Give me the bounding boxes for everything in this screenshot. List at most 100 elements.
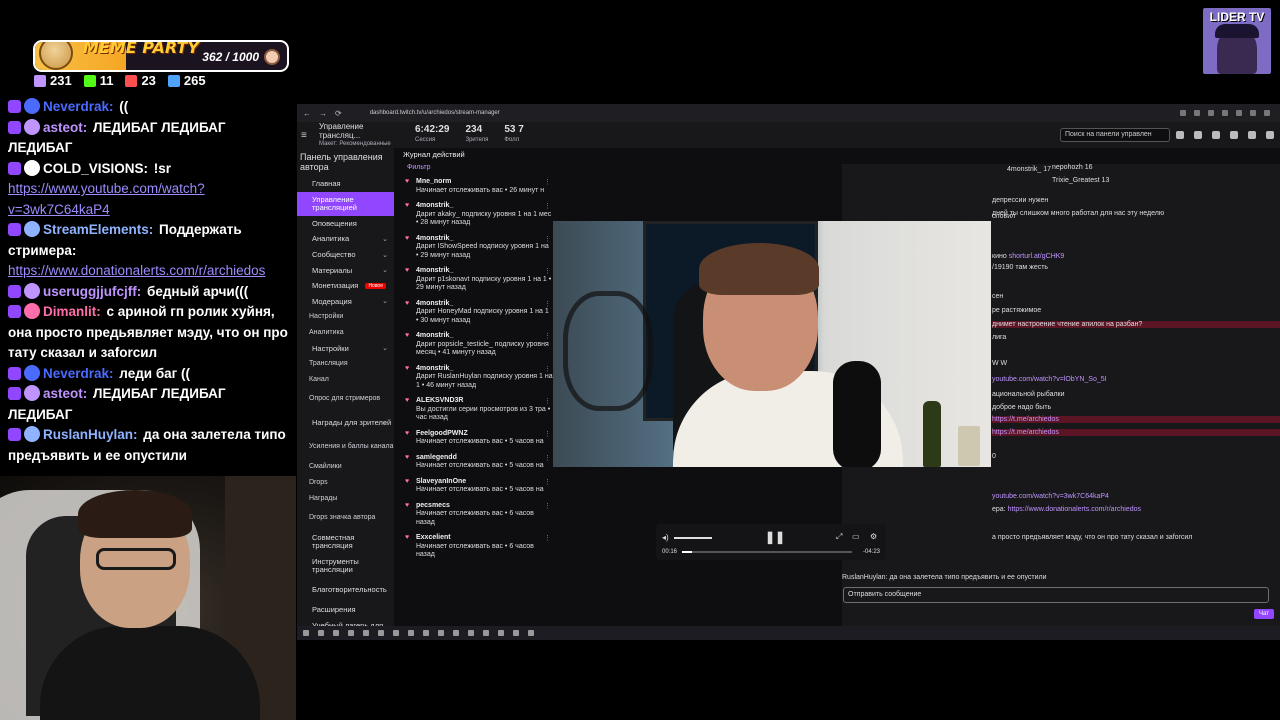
user-avatar-icon[interactable] <box>1266 131 1274 139</box>
feed-username[interactable]: FeelgoodPWNZ <box>416 430 553 439</box>
feed-username[interactable]: ALEKSVND3R <box>416 397 553 406</box>
stream-manager-title[interactable]: Управление трансляц... Макет: Рекомендов… <box>319 122 399 149</box>
sidebar-item[interactable]: Сообщество ⌄ <box>297 247 394 263</box>
chat-username[interactable]: useruggjjufcjff: <box>43 284 141 299</box>
app-icon[interactable] <box>498 630 504 636</box>
app-icon[interactable] <box>363 630 369 636</box>
chevron-down-icon[interactable]: ⌄ <box>382 297 388 305</box>
chevron-down-icon[interactable]: ⌄ <box>382 251 388 259</box>
sidebar-item[interactable]: Смайлики <box>297 459 394 475</box>
start-icon[interactable] <box>303 630 309 636</box>
chat-link[interactable]: youtube.com/watch?v=3wk7C64kaP4 <box>992 493 1109 500</box>
chat-link[interactable]: https://www.donationalerts.com/r/archied… <box>1008 506 1141 513</box>
more-options-icon[interactable]: ⋮ <box>544 398 551 407</box>
sidebar-item[interactable]: Награды для зрителей ⌄ <box>297 411 394 435</box>
notifications-icon[interactable] <box>1212 131 1220 139</box>
sidebar-item[interactable]: Настройки <box>297 309 394 325</box>
sidebar-item[interactable]: Модерация ⌄ <box>297 294 394 310</box>
feed-username[interactable]: pecsmecs <box>416 502 553 511</box>
volume-icon[interactable]: ◂) <box>662 533 669 542</box>
chevron-down-icon[interactable]: ⌄ <box>382 344 388 352</box>
sidebar-item[interactable]: Оповещения <box>297 216 394 232</box>
app-icon[interactable] <box>528 630 534 636</box>
video-player[interactable] <box>553 221 991 467</box>
chat-username[interactable]: COLD_VISIONS: <box>43 161 148 176</box>
more-options-icon[interactable]: ⋮ <box>544 236 551 245</box>
settings-gear-icon[interactable]: ⚙ <box>870 532 877 541</box>
more-options-icon[interactable]: ⋮ <box>544 366 551 375</box>
sidebar-item[interactable]: Награды <box>297 490 394 506</box>
more-options-icon[interactable]: ⋮ <box>544 203 551 212</box>
extension-icon[interactable] <box>1208 110 1214 116</box>
chat-username[interactable]: Neverdrak: <box>43 99 114 114</box>
feed-username[interactable]: Exxcelient <box>416 534 553 543</box>
more-options-icon[interactable]: ⋮ <box>544 179 551 188</box>
chat-link[interactable]: https://t.me/archiedos <box>992 416 1059 423</box>
more-options-icon[interactable]: ⋮ <box>544 333 551 342</box>
reload-icon[interactable]: ⟳ <box>335 109 342 118</box>
hamburger-icon[interactable]: ≡ <box>301 130 313 141</box>
help-icon[interactable] <box>1194 131 1202 139</box>
extension-icon[interactable] <box>1236 110 1242 116</box>
app-icon[interactable] <box>513 630 519 636</box>
seek-bar[interactable] <box>682 551 852 553</box>
feed-username[interactable]: 4monstrik_ <box>416 332 553 341</box>
feed-username[interactable]: 4monstrik_ <box>416 202 553 211</box>
app-icon[interactable] <box>423 630 429 636</box>
chat-username[interactable]: RuslanHuylan: <box>43 427 138 442</box>
feed-username[interactable]: 4monstrik_ <box>416 365 553 374</box>
chat-link[interactable]: https://www.donationalerts.com/r/archied… <box>8 263 265 278</box>
feed-username[interactable]: 4monstrik_ <box>416 267 553 276</box>
sidebar-item[interactable]: Совместная трансляция <box>297 530 394 554</box>
sidebar-item[interactable]: Drops <box>297 475 394 491</box>
back-icon[interactable]: ← <box>303 109 311 118</box>
chat-username[interactable]: asteot: <box>43 386 87 401</box>
app-icon[interactable] <box>408 630 414 636</box>
inbox-icon[interactable] <box>1248 131 1256 139</box>
extension-icon[interactable] <box>1222 110 1228 116</box>
search-icon[interactable] <box>318 630 324 636</box>
more-options-icon[interactable]: ⋮ <box>544 535 551 544</box>
bookmark-icon[interactable] <box>1194 110 1200 116</box>
miniplayer-icon[interactable]: ▭ <box>852 532 860 541</box>
app-icon[interactable] <box>348 630 354 636</box>
sidebar-item[interactable]: Расширения <box>297 602 394 618</box>
app-icon[interactable] <box>453 630 459 636</box>
menu-icon[interactable] <box>1264 110 1270 116</box>
app-icon[interactable] <box>438 630 444 636</box>
sidebar-item[interactable]: Аналитика ⌄ <box>297 231 394 247</box>
chat-link[interactable]: https://t.me/archiedos <box>992 429 1059 436</box>
sidebar-item[interactable]: Инструменты трансляции <box>297 554 394 578</box>
search-icon[interactable] <box>1176 131 1184 139</box>
forward-icon[interactable]: → <box>319 109 327 118</box>
more-options-icon[interactable]: ⋮ <box>544 479 551 488</box>
more-options-icon[interactable]: ⋮ <box>544 301 551 310</box>
sidebar-item[interactable]: Благотворительность <box>297 578 394 602</box>
sidebar-item[interactable]: Канал <box>297 372 394 388</box>
profile-icon[interactable] <box>1250 110 1256 116</box>
feed-username[interactable]: 4monstrik_ <box>416 300 553 309</box>
activity-filter[interactable]: Фильтр <box>398 161 553 174</box>
sidebar-item[interactable]: Аналитика <box>297 325 394 341</box>
sidebar-item[interactable]: Усиления и баллы канала <box>297 435 394 459</box>
chat-username[interactable]: Neverdrak: <box>43 366 114 381</box>
pause-icon[interactable]: ❚❚ <box>765 530 785 544</box>
chat-link[interactable]: https://www.youtube.com/watch?v=3wk7C64k… <box>8 181 205 217</box>
zoom-icon[interactable] <box>1180 110 1186 116</box>
more-options-icon[interactable]: ⋮ <box>544 268 551 277</box>
sidebar-item[interactable]: Управление трансляцией <box>297 191 394 216</box>
more-options-icon[interactable]: ⋮ <box>544 455 551 464</box>
app-icon[interactable] <box>468 630 474 636</box>
sidebar-item[interactable]: Drops значка автора <box>297 506 394 530</box>
feed-username[interactable]: 4monstrik_ <box>416 235 553 244</box>
more-options-icon[interactable]: ⋮ <box>544 503 551 512</box>
chevron-down-icon[interactable]: ⌄ <box>382 419 388 427</box>
chat-username[interactable]: Dimanlit: <box>43 304 101 319</box>
sidebar-item[interactable]: Трансляция <box>297 356 394 372</box>
chevron-down-icon[interactable]: ⌄ <box>382 235 388 243</box>
app-icon[interactable] <box>333 630 339 636</box>
app-icon[interactable] <box>483 630 489 636</box>
sidebar-item[interactable]: Материалы ⌄ <box>297 262 394 278</box>
feed-username[interactable]: Mne_norm <box>416 178 553 187</box>
chevron-down-icon[interactable]: ⌄ <box>382 266 388 274</box>
